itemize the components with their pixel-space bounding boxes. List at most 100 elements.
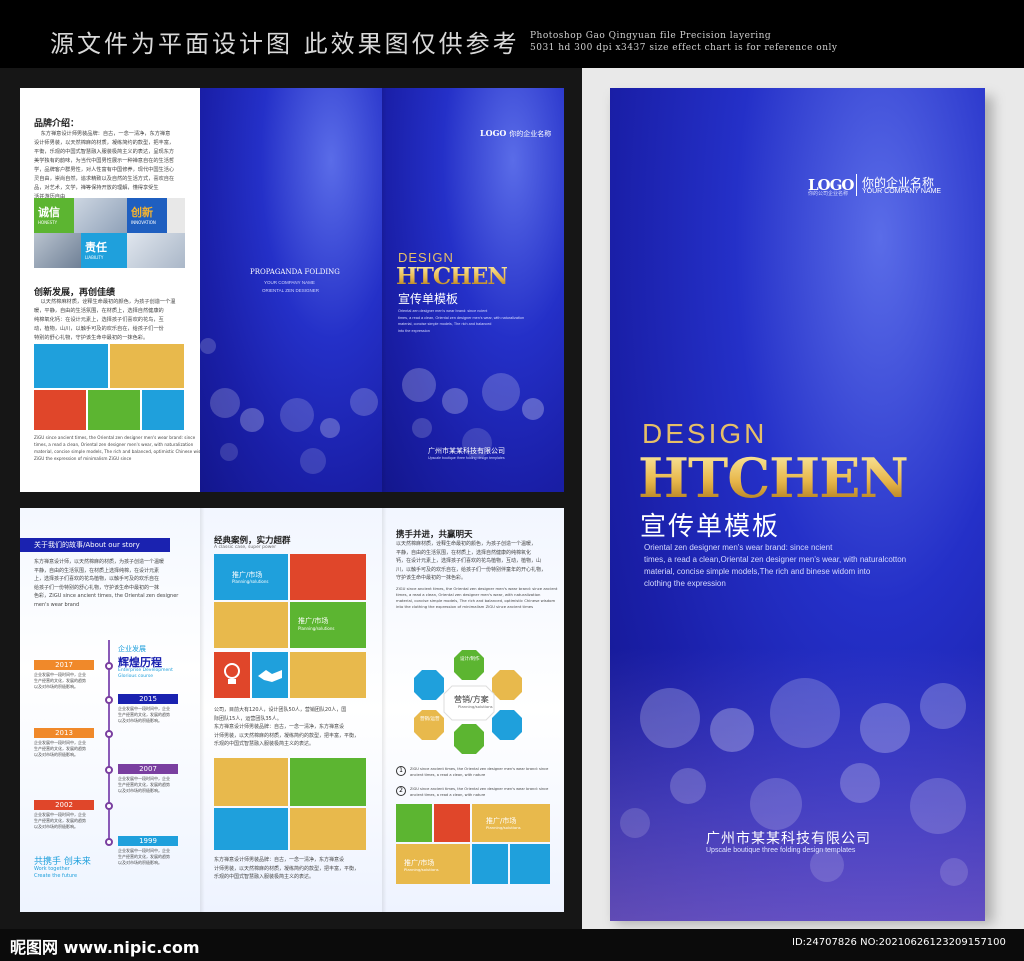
year-2013: 2013 — [34, 728, 94, 738]
front-cover-large: LOGO 你的企业名称 你的公司企业名称 YOUR COMPANY NAME D… — [610, 88, 985, 921]
timeline-dot — [105, 802, 113, 810]
ops-label: 营销/运营 — [420, 717, 440, 722]
dev-en: Enterprise Development Glorious course — [118, 668, 173, 679]
image-id: ID:24707826 NO:20210626123209157100 — [792, 937, 1006, 948]
timeline-line — [108, 640, 110, 840]
banner-english-note: Photoshop Gao Qingyuan file Precision la… — [530, 31, 838, 53]
tl-text-1999: 企业发展中一段时间中，企业 生产经营的文化，发展的趋势 以及对市场的积极影响。 — [118, 848, 170, 865]
win-title: 携手并进，共赢明天 — [396, 530, 473, 540]
tl-text-2007: 企业发展中一段时间中，企业 生产经营的文化，发展的趋势 以及对市场的积极影响。 — [118, 776, 170, 793]
case-block-yellow-4 — [290, 808, 366, 850]
company-slogan: 你的公司企业名称 — [808, 191, 849, 197]
win-block-yellow: 推广/市场 Planning/solutions — [472, 804, 550, 842]
tile-honesty: 诚信 HONESTY — [34, 198, 74, 233]
photo-3 — [127, 233, 185, 268]
future-en: Work together Create the future — [34, 866, 78, 879]
block-green-1 — [88, 390, 140, 430]
octagon-top — [454, 650, 484, 680]
logo-divider — [856, 174, 857, 196]
case-block-red — [290, 554, 366, 600]
number-1: 1 — [396, 766, 406, 776]
company-name-en: YOUR COMPANY NAME — [862, 188, 942, 195]
brand-intro-title: 品牌介绍： — [34, 119, 80, 129]
case-block-green: 推广/市场 Planning/solutions — [290, 602, 366, 648]
note-1: ZiGU since ancient times, the Oriental z… — [410, 767, 549, 777]
win-panel: 携手并进，共赢明天 以天然棉麻材质，诠释生命最初的颜色，为孩子创造一个温暖， 平… — [382, 508, 564, 912]
tl-text-2015: 企业发展中一段时间中，企业 生产经营的文化，发展的趋势 以及对市场的积极影响。 — [118, 706, 170, 723]
year-1999: 1999 — [118, 836, 178, 846]
block-red-1 — [34, 390, 86, 430]
number-2: 2 — [396, 786, 406, 796]
case-block-yellow-2 — [290, 652, 366, 698]
timeline-dot — [105, 838, 113, 846]
small-cn-title: 宣传单模板 — [398, 292, 459, 306]
year-2017: 2017 — [34, 660, 94, 670]
small-brand-title: HTCHEN — [396, 263, 508, 290]
case-block-green-2 — [290, 758, 366, 806]
back-cover-panel: PROPAGANDA FOLDING YOUR COMPANY NAME ORI… — [200, 88, 382, 492]
case-block-yellow — [214, 602, 288, 648]
timeline-dot — [105, 696, 113, 704]
design-label: 设计/制作 — [460, 657, 480, 662]
cases-text-1: 公司，目前大有120人，设计团队50人，营销团队20人，国 际团队15人，运营团… — [214, 707, 360, 747]
timeline-dot — [105, 662, 113, 670]
sales-en: Planning/solutions — [458, 704, 493, 709]
cn-title: 宣传单模板 — [640, 511, 781, 541]
footer-company: 广州市某某科技有限公司 — [706, 830, 871, 846]
tl-text-2017: 企业发展中一段时间中，企业 生产经营的文化，发展的趋势 以及对市场的积极影响。 — [34, 672, 86, 689]
development-text: 以天然棉麻材质，诠释生命最初的颜色，为孩子创造一个温 暖，平静，自由的生活氛围，… — [34, 299, 176, 341]
story-panel: 关于我们的故事/About our story 东方禅意设计师，以天然棉麻的材质… — [20, 508, 200, 912]
tile-innovation: 创新 INNOVATION — [127, 198, 167, 233]
case-block-blue: 推广/市场 Planning/solutions — [214, 554, 288, 600]
win-block-red — [434, 804, 470, 842]
small-cover-desc: Oriental zen designer men's wear brand: … — [398, 309, 525, 333]
bulb-icon — [214, 652, 250, 698]
tile-blank — [167, 198, 185, 233]
cases-subtitle: A classic case, super power — [214, 545, 277, 550]
win-block-green — [396, 804, 432, 842]
photo-2 — [34, 233, 81, 268]
photo-1 — [74, 198, 127, 233]
site-watermark: 昵图网 www.nipic.com — [10, 938, 200, 957]
year-2002: 2002 — [34, 800, 94, 810]
timeline-dot — [105, 766, 113, 774]
case-block-blue-2 — [214, 808, 288, 850]
cases-panel: 经典案例，实力超群 A classic case, super power 推广… — [200, 508, 382, 912]
story-title: 关于我们的故事/About our story — [34, 541, 140, 549]
win-block-blue — [472, 844, 508, 884]
year-2015: 2015 — [118, 694, 178, 704]
small-logo: LOGO 你的企业名称 — [480, 128, 552, 138]
timeline-dot — [105, 730, 113, 738]
cases-text-2: 东方禅意设计师男装品牌：自古，一念一清净，东方禅意设 计师男装，以天然棉麻的材质… — [214, 857, 360, 880]
tile-liability: 责任 LIABILITY — [81, 233, 127, 268]
company-name-small: YOUR COMPANY NAME — [264, 280, 315, 285]
case-block-yellow-3 — [214, 758, 288, 806]
brand-title: HTCHEN — [638, 446, 909, 510]
small-footer-company: 广州市某某科技有限公司 — [428, 448, 505, 455]
block-yellow-1 — [110, 344, 184, 388]
tl-text-2002: 企业发展中一段时间中，企业 生产经营的文化，发展的趋势 以及对市场的积极影响。 — [34, 812, 86, 829]
win-block-yellow-2: 推广/市场 Planning/solutions — [396, 844, 470, 884]
win-text: 以天然棉麻材质，诠释生命最初的颜色，为孩子创造一个温暖， 平静，自由的生活氛围，… — [396, 541, 547, 581]
tl-text-2013: 企业发展中一段时间中，企业 生产经营的文化，发展的趋势 以及对市场的积极影响。 — [34, 740, 86, 757]
block-blue-2 — [142, 390, 184, 430]
propaganda-title: PROPAGANDA FOLDING — [250, 268, 340, 276]
brand-intro-panel: 品牌介绍： 东方禅意设计师男装品牌：自古，一念一清净，东方禅意 设计师男装，以天… — [20, 88, 219, 492]
small-english-text: ZiGU since ancient times, the Oriental z… — [34, 435, 219, 461]
dev-cn-small: 企业发展 — [118, 645, 146, 653]
cover-description: Oriental zen designer men's wear brand: … — [644, 543, 907, 588]
note-2: ZiGU since ancient times, the Oriental z… — [410, 787, 549, 797]
subtitle-small: ORIENTAL ZEN DESIGNER — [262, 288, 320, 293]
footer-tagline: Upscale boutique three folding design te… — [706, 847, 856, 854]
story-text: 东方禅意设计师，以天然棉麻的材质，为孩子创造一个温暖 平静，自由的生活氛围，在材… — [34, 559, 179, 608]
handshake-icon — [252, 652, 288, 698]
development-title: 创新发展，再创佳绩 — [34, 288, 116, 298]
small-footer-en: Upscale boutique three folding design te… — [428, 456, 505, 460]
win-block-blue-2 — [510, 844, 550, 884]
win-english-text: ZiGU since ancient times, the Oriental z… — [396, 586, 558, 609]
block-blue-1 — [34, 344, 108, 388]
brand-intro-text: 东方禅意设计师男装品牌：自古，一念一清净，东方禅意 设计师男装，以天然棉麻的材质… — [34, 131, 175, 200]
front-cover-small: LOGO 你的企业名称 DESIGN HTCHEN 宣传单模板 Oriental… — [382, 88, 564, 492]
banner-chinese-note: 源文件为平面设计图 此效果图仅供参考 — [50, 30, 520, 58]
year-2007: 2007 — [118, 764, 178, 774]
